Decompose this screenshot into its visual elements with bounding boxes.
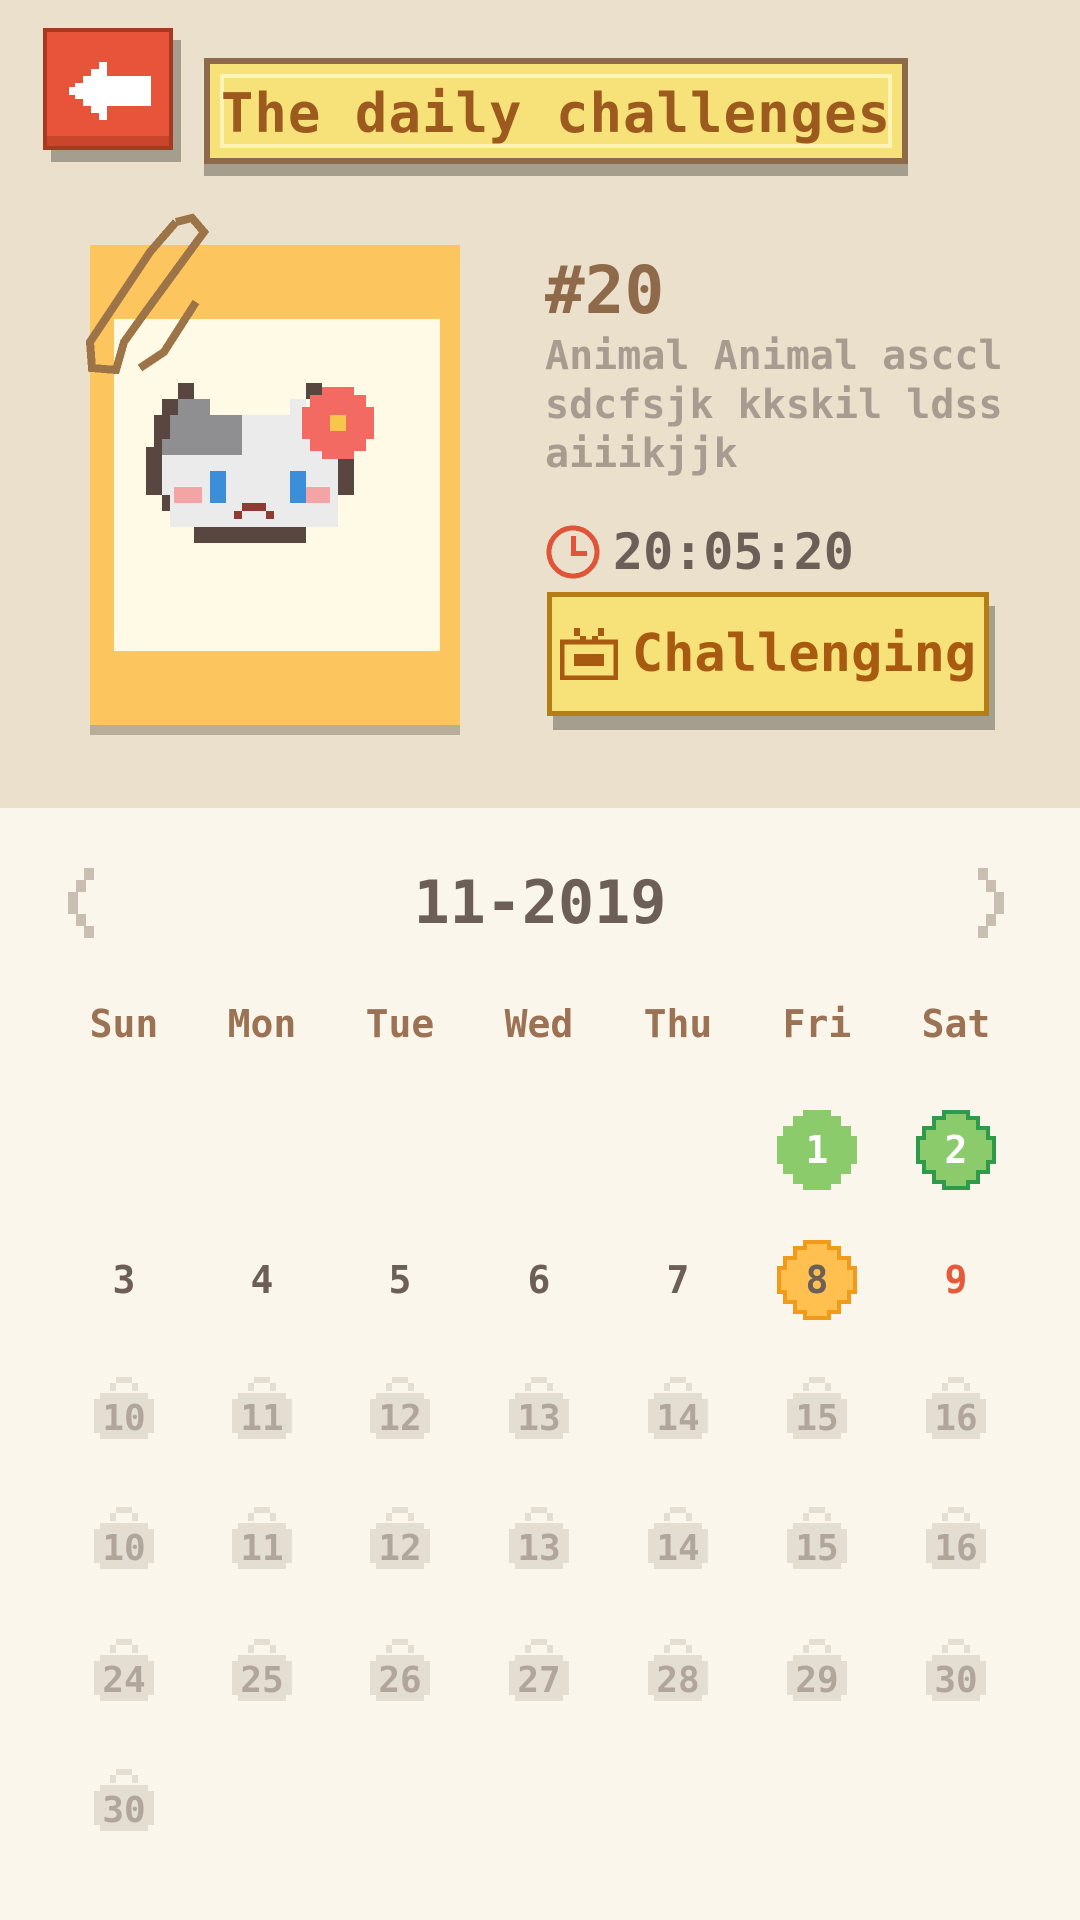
day-number: 30 xyxy=(934,1659,978,1701)
day-number: 11 xyxy=(240,1527,284,1569)
day-number: 8 xyxy=(805,1258,829,1302)
day-number: 10 xyxy=(102,1397,146,1439)
day-number: 4 xyxy=(250,1258,274,1302)
day-locked: 16 xyxy=(906,1490,1006,1590)
title-banner: The daily challenges xyxy=(204,58,908,164)
day-number: 13 xyxy=(517,1397,561,1439)
day-locked: 12 xyxy=(350,1490,450,1590)
day-available[interactable]: 6 xyxy=(489,1230,589,1330)
day-number: 29 xyxy=(795,1659,839,1701)
day-today[interactable]: 8 xyxy=(767,1230,867,1330)
day-number: 2 xyxy=(944,1128,968,1172)
weekday-thu: Thu xyxy=(643,1002,713,1046)
day-locked: 12 xyxy=(350,1360,450,1460)
day-locked: 30 xyxy=(74,1752,174,1852)
day-locked: 16 xyxy=(906,1360,1006,1460)
day-completed[interactable]: 1 xyxy=(767,1100,867,1200)
day-number: 11 xyxy=(240,1397,284,1439)
next-month-button[interactable] xyxy=(972,868,1022,938)
day-number: 3 xyxy=(112,1258,136,1302)
arrow-left-icon xyxy=(69,62,151,120)
day-available[interactable]: 3 xyxy=(74,1230,174,1330)
day-locked: 11 xyxy=(212,1490,312,1590)
day-available[interactable]: 9 xyxy=(906,1230,1006,1330)
day-number: 10 xyxy=(102,1527,146,1569)
day-number: 15 xyxy=(795,1527,839,1569)
day-number: 30 xyxy=(102,1789,146,1831)
day-number: 1 xyxy=(805,1128,829,1172)
weekday-sat: Sat xyxy=(921,1002,991,1046)
month-label: 11-2019 xyxy=(413,868,667,938)
day-number: 27 xyxy=(517,1659,561,1701)
day-locked: 14 xyxy=(628,1490,728,1590)
day-locked: 13 xyxy=(489,1490,589,1590)
challenge-description: Animal Animal asccl sdcfsjk kkskil ldss … xyxy=(545,333,1003,477)
day-number: 14 xyxy=(656,1527,700,1569)
challenging-button[interactable]: Challenging xyxy=(547,592,989,716)
weekday-sun: Sun xyxy=(89,1002,159,1046)
day-number: 12 xyxy=(378,1397,422,1439)
day-number: 6 xyxy=(527,1258,551,1302)
day-locked: 26 xyxy=(350,1622,450,1722)
paperclip-icon xyxy=(85,213,210,375)
weekday-wed: Wed xyxy=(504,1002,574,1046)
day-number: 15 xyxy=(795,1397,839,1439)
weekday-fri: Fri xyxy=(782,1002,852,1046)
weekday-tue: Tue xyxy=(365,1002,435,1046)
challenging-label: Challenging xyxy=(631,624,977,684)
challenge-number: #20 xyxy=(545,252,665,329)
day-available[interactable]: 7 xyxy=(628,1230,728,1330)
day-locked: 14 xyxy=(628,1360,728,1460)
day-number: 16 xyxy=(934,1397,978,1439)
day-number: 14 xyxy=(656,1397,700,1439)
day-locked: 15 xyxy=(767,1360,867,1460)
day-locked: 24 xyxy=(74,1622,174,1722)
day-number: 28 xyxy=(656,1659,700,1701)
day-locked: 11 xyxy=(212,1360,312,1460)
day-number: 13 xyxy=(517,1527,561,1569)
day-available[interactable]: 4 xyxy=(212,1230,312,1330)
day-completed[interactable]: 2 xyxy=(906,1100,1006,1200)
page-title: The daily challenges xyxy=(220,82,892,145)
day-number: 7 xyxy=(666,1258,690,1302)
day-locked: 29 xyxy=(767,1622,867,1722)
day-locked: 25 xyxy=(212,1622,312,1722)
day-number: 9 xyxy=(944,1258,968,1302)
day-available[interactable]: 5 xyxy=(350,1230,450,1330)
weekday-header: Sun Mon Tue Wed Thu Fri Sat xyxy=(0,1002,1080,1052)
countdown-timer: 20:05:20 xyxy=(545,522,854,582)
day-number: 25 xyxy=(240,1659,284,1701)
day-locked: 15 xyxy=(767,1490,867,1590)
day-locked: 13 xyxy=(489,1360,589,1460)
back-button[interactable] xyxy=(43,28,173,150)
day-locked: 27 xyxy=(489,1622,589,1722)
day-number: 26 xyxy=(378,1659,422,1701)
day-number: 12 xyxy=(378,1527,422,1569)
day-locked: 10 xyxy=(74,1360,174,1460)
day-number: 5 xyxy=(388,1258,412,1302)
day-locked: 10 xyxy=(74,1490,174,1590)
day-locked: 28 xyxy=(628,1622,728,1722)
weekday-mon: Mon xyxy=(227,1002,297,1046)
day-number: 24 xyxy=(102,1659,146,1701)
day-number: 16 xyxy=(934,1527,978,1569)
chevron-right-icon xyxy=(978,868,1004,938)
timer-value: 20:05:20 xyxy=(613,523,854,581)
clock-icon xyxy=(546,525,600,579)
tv-icon xyxy=(559,628,618,680)
day-locked: 30 xyxy=(906,1622,1006,1722)
